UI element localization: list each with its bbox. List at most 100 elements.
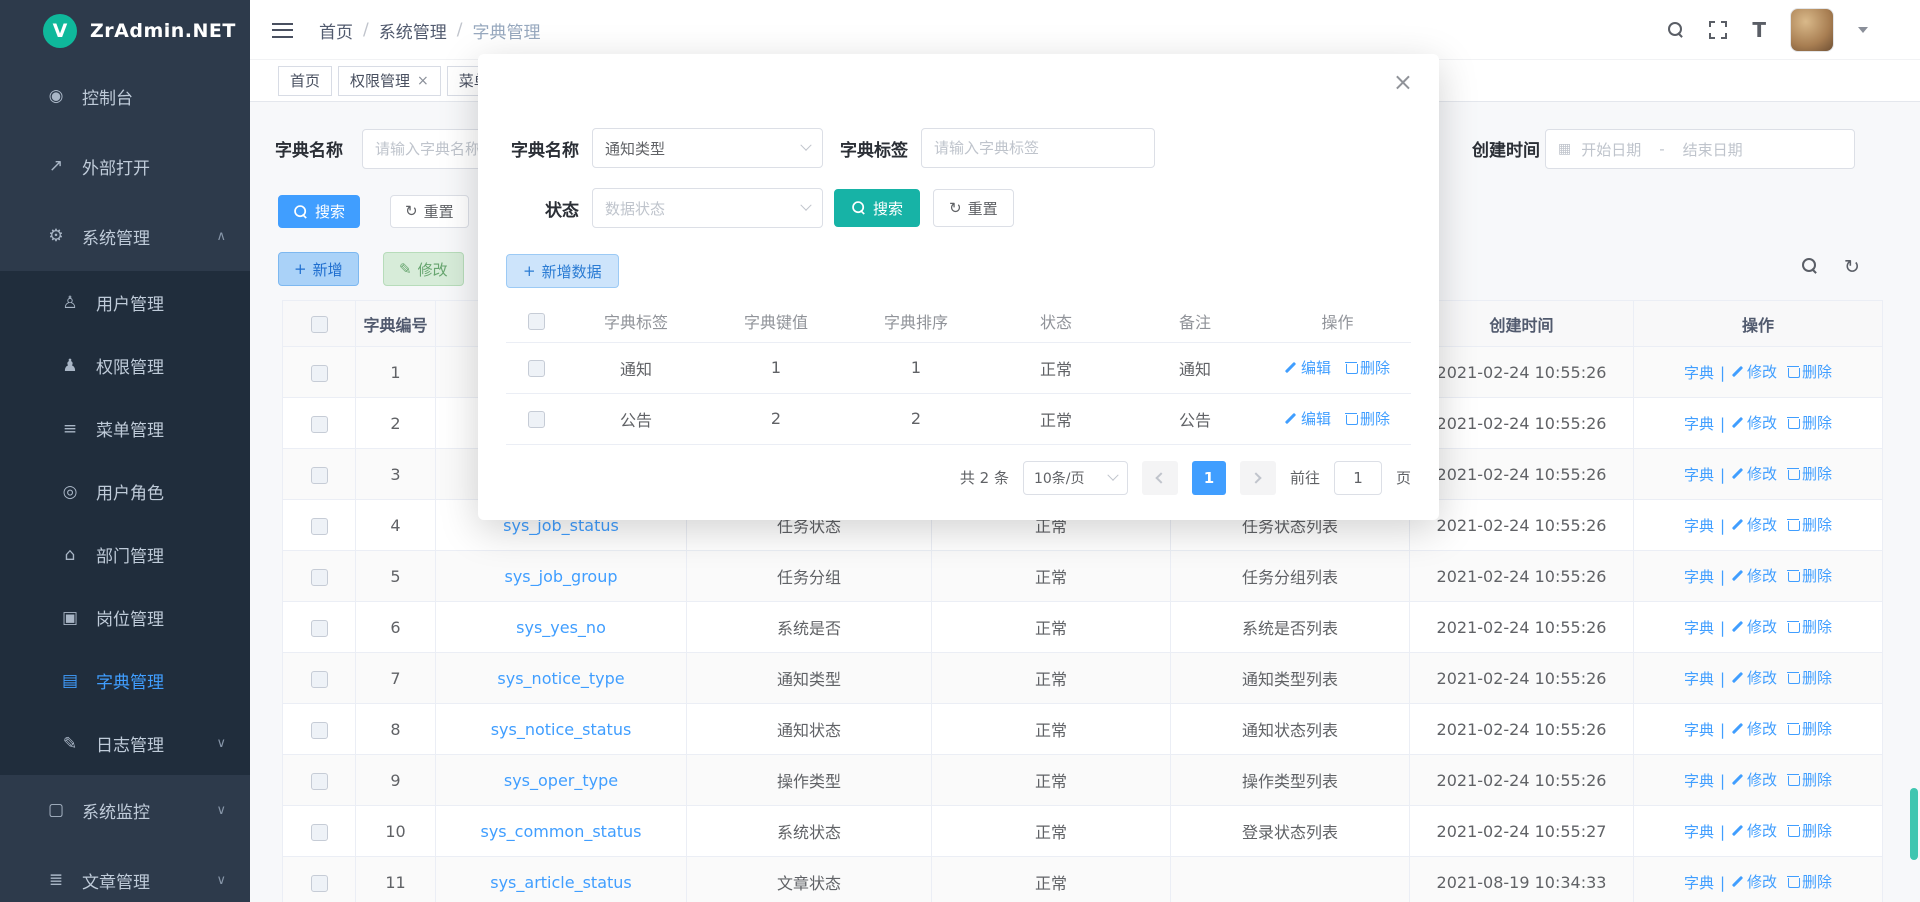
row-checkbox[interactable] [311,875,328,892]
dict-type-link[interactable]: sys_yes_no [516,618,606,637]
prev-page-button[interactable] [1142,461,1178,495]
close-icon[interactable]: × [417,74,429,88]
row-checkbox[interactable] [311,824,328,841]
sidebar-item-dictionary-management[interactable]: ▤ 字典管理 [0,649,250,712]
sidebar-item-article-management[interactable]: ≣ 文章管理 ∨ [0,845,250,902]
sidebar-item-log-management[interactable]: ✎ 日志管理 ∨ [0,712,250,775]
dict-link[interactable]: 字典 [1684,566,1714,587]
current-page-button[interactable]: 1 [1192,461,1226,495]
delete-link[interactable]: 删除 [1345,408,1390,429]
dict-type-link[interactable]: sys_notice_type [497,669,624,688]
delete-link[interactable]: 删除 [1787,514,1832,535]
fullscreen-icon[interactable] [1708,20,1728,40]
edit-link[interactable]: 修改 [1731,769,1777,790]
row-checkbox[interactable] [311,722,328,739]
dict-link[interactable]: 字典 [1684,515,1714,536]
edit-link[interactable]: 修改 [1731,514,1777,535]
status-select[interactable]: 数据状态 [592,188,823,228]
delete-link[interactable]: 删除 [1787,667,1832,688]
edit-link[interactable]: 编辑 [1285,408,1331,429]
edit-link[interactable]: 修改 [1731,616,1777,637]
sidebar-item-external-open[interactable]: ↗ 外部打开 [0,131,250,201]
delete-link[interactable]: 删除 [1787,718,1832,739]
row-checkbox[interactable] [528,360,545,377]
edit-link[interactable]: 编辑 [1285,357,1331,378]
hamburger-icon[interactable] [272,23,293,38]
edit-link[interactable]: 修改 [1731,718,1777,739]
row-checkbox[interactable] [311,467,328,484]
goto-page-input[interactable] [1334,461,1382,495]
dict-type-link[interactable]: sys_common_status [481,822,642,841]
dict-link[interactable]: 字典 [1684,413,1714,434]
edit-link[interactable]: 修改 [1731,820,1777,841]
dict-link[interactable]: 字典 [1684,719,1714,740]
search-icon[interactable] [1668,22,1684,38]
row-checkbox[interactable] [311,569,328,586]
caret-down-icon[interactable] [1858,27,1868,33]
close-icon[interactable]: × [1393,70,1413,94]
breadcrumb-home[interactable]: 首页 [319,18,353,43]
create-time-range-picker[interactable]: ▦ 开始日期 - 结束日期 [1545,129,1855,169]
dict-link[interactable]: 字典 [1684,617,1714,638]
row-checkbox[interactable] [311,671,328,688]
select-all-checkbox[interactable] [311,316,328,333]
search-button[interactable]: 搜索 [278,195,360,228]
dict-type-link[interactable]: sys_article_status [490,873,632,892]
sidebar-item-system-monitoring[interactable]: ▢ 系统监控 ∨ [0,775,250,845]
row-checkbox[interactable] [311,365,328,382]
tab-permission-management[interactable]: 权限管理 × [338,66,441,96]
delete-link[interactable]: 删除 [1787,871,1832,892]
font-size-icon[interactable]: T [1752,18,1766,42]
dict-link[interactable]: 字典 [1684,872,1714,893]
delete-link[interactable]: 删除 [1787,820,1832,841]
dict-name-select[interactable]: 通知类型 [592,128,823,168]
sidebar-item-post-management[interactable]: ▣ 岗位管理 [0,586,250,649]
sidebar-item-user-management[interactable]: ♙ 用户管理 [0,271,250,334]
row-checkbox[interactable] [311,518,328,535]
sidebar-item-permission-management[interactable]: ♟ 权限管理 [0,334,250,397]
dict-link[interactable]: 字典 [1684,362,1714,383]
delete-link[interactable]: 删除 [1787,565,1832,586]
delete-link[interactable]: 删除 [1787,361,1832,382]
dict-link[interactable]: 字典 [1684,668,1714,689]
tab-home[interactable]: 首页 [278,66,332,96]
edit-link[interactable]: 修改 [1731,871,1777,892]
dict-link[interactable]: 字典 [1684,464,1714,485]
dict-label-input[interactable] [921,128,1155,168]
modal-reset-button[interactable]: ↻ 重置 [933,189,1014,227]
edit-button[interactable]: ✎ 修改 [383,252,464,286]
reset-button[interactable]: ↻ 重置 [390,195,469,228]
search-icon[interactable] [1802,258,1818,278]
add-button[interactable]: + 新增 [278,252,359,286]
row-checkbox[interactable] [311,620,328,637]
edit-link[interactable]: 修改 [1731,412,1777,433]
dict-type-link[interactable]: sys_notice_status [491,720,632,739]
dict-type-link[interactable]: sys_oper_type [504,771,618,790]
edit-link[interactable]: 修改 [1731,565,1777,586]
sidebar-item-menu-management[interactable]: ≡ 菜单管理 [0,397,250,460]
row-checkbox[interactable] [311,773,328,790]
page-size-select[interactable]: 10条/页 [1023,461,1128,495]
select-all-checkbox[interactable] [528,313,545,330]
add-data-button[interactable]: + 新增数据 [506,254,619,288]
delete-link[interactable]: 删除 [1787,769,1832,790]
sidebar-item-console[interactable]: ◉ 控制台 [0,61,250,131]
dict-link[interactable]: 字典 [1684,770,1714,791]
delete-link[interactable]: 删除 [1787,412,1832,433]
sidebar-item-system-management[interactable]: ⚙ 系统管理 ∧ [0,201,250,271]
dict-type-link[interactable]: sys_job_group [505,567,618,586]
delete-link[interactable]: 删除 [1787,616,1832,637]
edit-link[interactable]: 修改 [1731,667,1777,688]
delete-link[interactable]: 删除 [1345,357,1390,378]
row-checkbox[interactable] [528,411,545,428]
scrollbar-thumb[interactable] [1910,788,1918,860]
delete-link[interactable]: 删除 [1787,463,1832,484]
breadcrumb-system[interactable]: 系统管理 [379,18,447,43]
refresh-icon[interactable]: ↻ [1844,258,1860,278]
next-page-button[interactable] [1240,461,1276,495]
dict-link[interactable]: 字典 [1684,821,1714,842]
sidebar-item-department-management[interactable]: ⌂ 部门管理 [0,523,250,586]
sidebar-item-user-role[interactable]: ◎ 用户角色 [0,460,250,523]
edit-link[interactable]: 修改 [1731,463,1777,484]
row-checkbox[interactable] [311,416,328,433]
